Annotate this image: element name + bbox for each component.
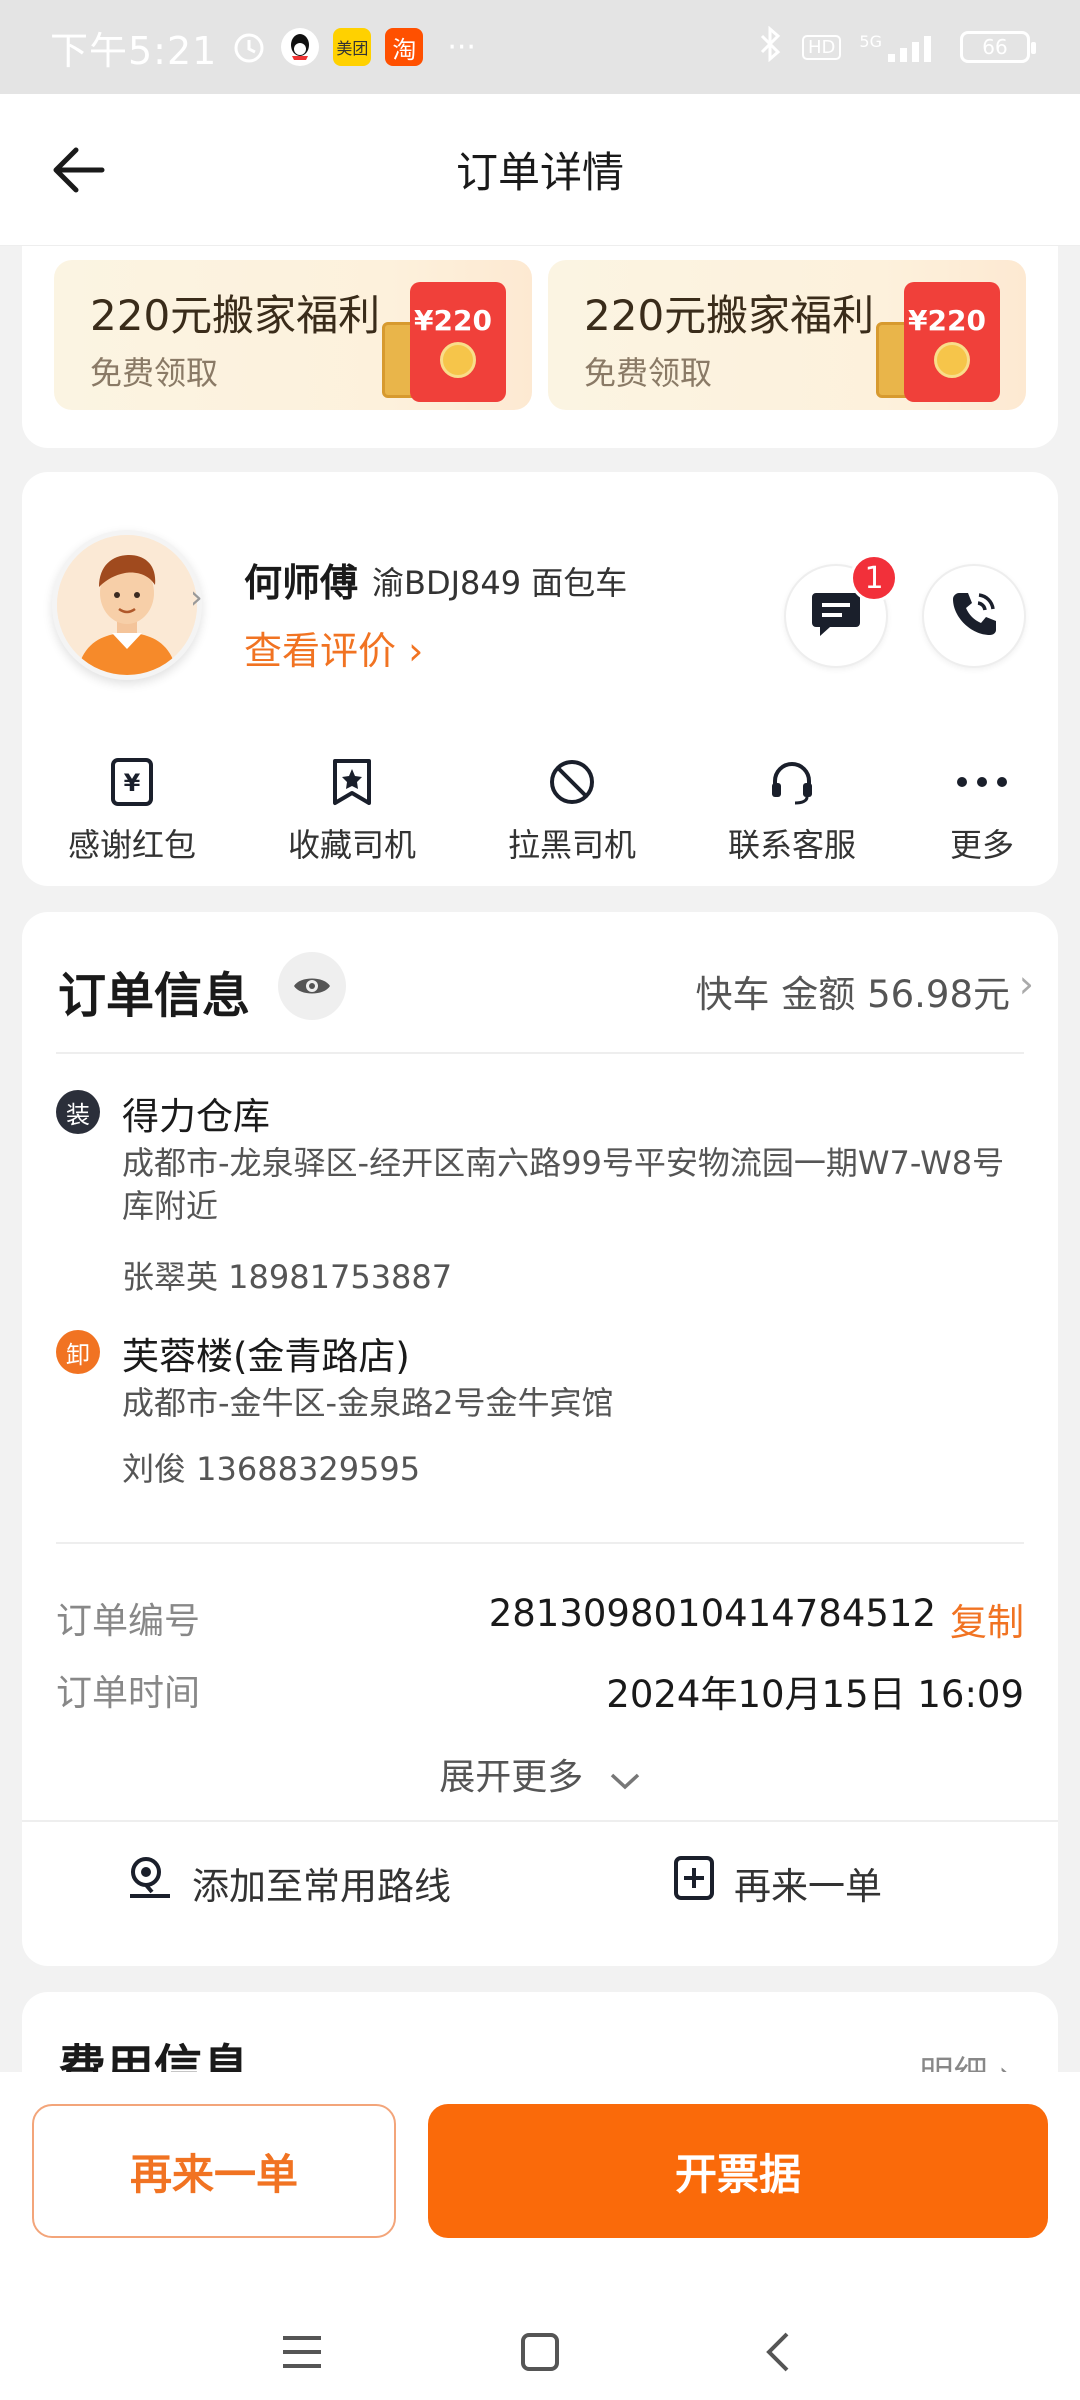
chevron-down-icon: [609, 1759, 641, 1800]
section-title: 订单信息: [58, 968, 251, 1024]
expand-more-label: 展开更多: [439, 1757, 584, 1798]
nav-header: 订单详情: [0, 94, 1080, 246]
favorite-driver-icon: [324, 754, 380, 810]
block-driver-icon: [544, 754, 600, 810]
driver-card: › 何师傅 渝BDJ849 面包车 查看评价 › 1 ¥ 感谢红包 收藏司机 拉…: [22, 472, 1058, 886]
back-arrow-icon[interactable]: [48, 142, 108, 198]
eye-icon[interactable]: [278, 952, 346, 1020]
chat-icon: [810, 589, 862, 643]
action-label: 更多: [949, 826, 1014, 864]
section-title: 费用信息: [58, 2040, 251, 2072]
view-reviews-link[interactable]: 查看评价 ›: [244, 620, 423, 675]
home-nav-icon[interactable]: [510, 2322, 570, 2382]
customer-service-icon: [764, 754, 820, 810]
menu-nav-icon[interactable]: [272, 2322, 332, 2382]
divider: [56, 1052, 1024, 1054]
hd-indicator: HD: [802, 34, 842, 60]
reorder-button[interactable]: 再来一单: [32, 2104, 396, 2238]
promo-title: 220元搬家福利: [584, 291, 875, 340]
back-nav-icon[interactable]: [748, 2322, 808, 2382]
driver-actions-row: ¥ 感谢红包 收藏司机 拉黑司机 联系客服 更多: [22, 754, 1058, 864]
divider: [56, 1542, 1024, 1544]
dropoff-contact: 刘俊 13688329595: [122, 1450, 421, 1488]
action-label: 感谢红包: [67, 826, 196, 864]
bluetooth-icon: [758, 25, 784, 68]
message-driver-button[interactable]: 1: [784, 554, 898, 668]
expand-more-button[interactable]: 展开更多: [22, 1748, 1058, 1800]
pickup-contact: 张翠英 18981753887: [122, 1258, 453, 1296]
more-actions-button[interactable]: 更多: [912, 754, 1052, 866]
driver-name: 何师傅: [244, 561, 359, 605]
reorder-inline-button[interactable]: 再来一单: [672, 1854, 882, 1911]
red-envelope-luggage-icon: ¥220: [876, 278, 1000, 402]
status-time: 下午5:21: [50, 28, 218, 73]
add-square-icon: [672, 1854, 716, 1911]
promo-title: 220元搬家福利: [90, 291, 381, 340]
customer-service-button[interactable]: 联系客服: [702, 754, 882, 866]
promo-moving-welfare-1[interactable]: 220元搬家福利 免费领取 ¥220: [54, 260, 532, 410]
call-driver-button[interactable]: [922, 564, 1026, 668]
order-time-label: 订单时间: [56, 1673, 201, 1714]
dropoff-tag: 卸: [56, 1330, 100, 1374]
order-info-card: 订单信息 快车 金额 56.98元 › 装 得力仓库 成都市-龙泉驿区-经开区南…: [22, 912, 1058, 1966]
fee-detail-link[interactable]: 明细 ›: [920, 2046, 1012, 2072]
promo-amount: ¥220: [908, 304, 986, 337]
driver-avatar[interactable]: [52, 530, 202, 680]
signal-icon: 5G: [859, 32, 942, 62]
order-time-value: 2024年10月15日 16:09: [606, 1673, 1024, 1716]
promo-amount: ¥220: [414, 304, 492, 337]
red-envelope-luggage-icon: ¥220: [382, 278, 506, 402]
chevron-right-icon: ›: [1018, 962, 1034, 1006]
meituan-app-icon: 美团: [333, 28, 372, 66]
favorite-driver-button[interactable]: 收藏司机: [262, 754, 442, 866]
block-driver-button[interactable]: 拉黑司机: [482, 754, 662, 866]
invoice-button[interactable]: 开票据: [428, 2104, 1048, 2238]
dropoff-name: 芙蓉楼(金青路店): [122, 1335, 410, 1378]
order-number-value: 2813098010414784512: [488, 1592, 936, 1635]
action-label: 收藏司机: [287, 826, 416, 864]
copy-order-number-button[interactable]: 复制: [950, 1592, 1024, 1646]
promo-subtitle: 免费领取: [584, 354, 713, 392]
add-frequent-route-button[interactable]: 添加至常用路线: [126, 1854, 451, 1911]
pickup-address: 成都市-龙泉驿区-经开区南六路99号平安物流园一期W7-W8号库附近: [122, 1144, 1005, 1225]
battery-indicator: 66: [960, 31, 1036, 63]
network-type: 5G: [859, 32, 882, 51]
more-icon: [954, 754, 1010, 810]
taobao-app-icon: 淘: [385, 28, 424, 66]
unread-badge: 1: [850, 554, 898, 602]
qq-icon: [281, 28, 320, 66]
driver-plate-vehicle: 渝BDJ849 面包车: [372, 564, 628, 602]
action-label: 联系客服: [727, 826, 856, 864]
pickup-name: 得力仓库: [122, 1095, 270, 1138]
order-type-amount[interactable]: 快车 金额 56.98元: [696, 964, 1010, 1018]
chevron-right-icon: ›: [190, 578, 203, 616]
svg-text:¥: ¥: [124, 769, 141, 797]
bottom-action-bar: 再来一单 开票据: [0, 2072, 1080, 2400]
phone-icon: [947, 587, 1001, 645]
add-frequent-route-label: 添加至常用路线: [192, 1864, 451, 1908]
action-label: 拉黑司机: [507, 826, 636, 864]
divider: [22, 1820, 1058, 1822]
order-number-label: 订单编号: [56, 1601, 201, 1642]
promo-moving-welfare-2[interactable]: 220元搬家福利 免费领取 ¥220: [548, 260, 1026, 410]
dropoff-address: 成都市-金牛区-金泉路2号金牛宾馆: [122, 1384, 614, 1422]
pickup-tag: 装: [56, 1090, 100, 1134]
more-notifications-icon: ···: [447, 29, 476, 65]
thanks-redpacket-button[interactable]: ¥ 感谢红包: [42, 754, 222, 866]
route-pin-icon: [126, 1854, 174, 1911]
reorder-inline-label: 再来一单: [734, 1864, 882, 1908]
thanks-redpacket-icon: ¥: [104, 754, 160, 810]
fee-info-card: 费用信息 明细 ›: [22, 1992, 1058, 2072]
alarm-icon: [231, 29, 267, 65]
scroll-content[interactable]: 220元搬家福利 免费领取 ¥220 220元搬家福利 免费领取 ¥220 › …: [0, 246, 1080, 2072]
promo-subtitle: 免费领取: [90, 354, 219, 392]
page-title: 订单详情: [455, 148, 624, 197]
status-bar: 下午5:21 美团 淘 ··· HD 5G 66: [0, 0, 1080, 94]
promo-banner-card: 220元搬家福利 免费领取 ¥220 220元搬家福利 免费领取 ¥220: [22, 246, 1058, 448]
